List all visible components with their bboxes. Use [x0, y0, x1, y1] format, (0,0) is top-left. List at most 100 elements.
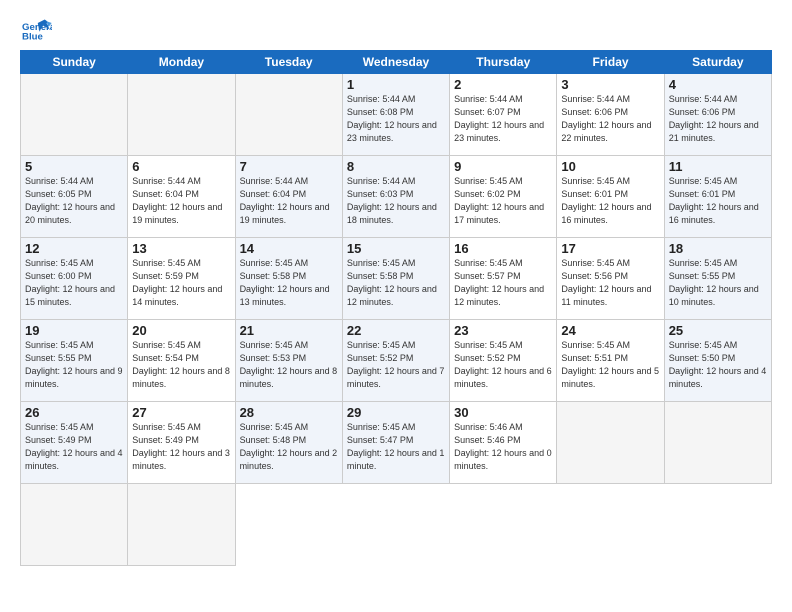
- calendar-day: 25Sunrise: 5:45 AM Sunset: 5:50 PM Dayli…: [664, 320, 771, 402]
- calendar-day: 13Sunrise: 5:45 AM Sunset: 5:59 PM Dayli…: [128, 238, 235, 320]
- day-info: Sunrise: 5:45 AM Sunset: 6:02 PM Dayligh…: [454, 175, 552, 227]
- calendar-day: 27Sunrise: 5:45 AM Sunset: 5:49 PM Dayli…: [128, 402, 235, 484]
- day-number: 13: [132, 241, 230, 256]
- logo-icon: General Blue: [20, 16, 52, 44]
- calendar-day: 28Sunrise: 5:45 AM Sunset: 5:48 PM Dayli…: [235, 402, 342, 484]
- day-info: Sunrise: 5:45 AM Sunset: 5:49 PM Dayligh…: [25, 421, 123, 473]
- calendar-day: 11Sunrise: 5:45 AM Sunset: 6:01 PM Dayli…: [664, 156, 771, 238]
- day-info: Sunrise: 5:45 AM Sunset: 5:58 PM Dayligh…: [240, 257, 338, 309]
- day-number: 1: [347, 77, 445, 92]
- day-info: Sunrise: 5:44 AM Sunset: 6:07 PM Dayligh…: [454, 93, 552, 145]
- calendar-day: [664, 402, 771, 484]
- calendar-day: 8Sunrise: 5:44 AM Sunset: 6:03 PM Daylig…: [342, 156, 449, 238]
- calendar-table: SundayMondayTuesdayWednesdayThursdayFrid…: [20, 50, 772, 566]
- day-number: 20: [132, 323, 230, 338]
- calendar-day: 15Sunrise: 5:45 AM Sunset: 5:58 PM Dayli…: [342, 238, 449, 320]
- day-info: Sunrise: 5:44 AM Sunset: 6:08 PM Dayligh…: [347, 93, 445, 145]
- day-info: Sunrise: 5:45 AM Sunset: 5:56 PM Dayligh…: [561, 257, 659, 309]
- calendar-day: 5Sunrise: 5:44 AM Sunset: 6:05 PM Daylig…: [21, 156, 128, 238]
- day-info: Sunrise: 5:45 AM Sunset: 6:01 PM Dayligh…: [669, 175, 767, 227]
- day-number: 23: [454, 323, 552, 338]
- calendar-day: [21, 484, 128, 566]
- day-info: Sunrise: 5:45 AM Sunset: 5:47 PM Dayligh…: [347, 421, 445, 473]
- calendar-day: 30Sunrise: 5:46 AM Sunset: 5:46 PM Dayli…: [450, 402, 557, 484]
- day-number: 30: [454, 405, 552, 420]
- page: General Blue SundayMondayTuesdayWednesda…: [0, 0, 792, 612]
- calendar-day: 26Sunrise: 5:45 AM Sunset: 5:49 PM Dayli…: [21, 402, 128, 484]
- calendar-day: 18Sunrise: 5:45 AM Sunset: 5:55 PM Dayli…: [664, 238, 771, 320]
- day-number: 26: [25, 405, 123, 420]
- day-info: Sunrise: 5:45 AM Sunset: 5:57 PM Dayligh…: [454, 257, 552, 309]
- day-number: 17: [561, 241, 659, 256]
- weekday-header-friday: Friday: [557, 51, 664, 74]
- calendar-day: 17Sunrise: 5:45 AM Sunset: 5:56 PM Dayli…: [557, 238, 664, 320]
- day-number: 4: [669, 77, 767, 92]
- weekday-header-thursday: Thursday: [450, 51, 557, 74]
- weekday-header-sunday: Sunday: [21, 51, 128, 74]
- day-info: Sunrise: 5:46 AM Sunset: 5:46 PM Dayligh…: [454, 421, 552, 473]
- calendar-day: [557, 402, 664, 484]
- day-info: Sunrise: 5:45 AM Sunset: 5:58 PM Dayligh…: [347, 257, 445, 309]
- day-info: Sunrise: 5:45 AM Sunset: 5:59 PM Dayligh…: [132, 257, 230, 309]
- day-info: Sunrise: 5:45 AM Sunset: 6:00 PM Dayligh…: [25, 257, 123, 309]
- day-info: Sunrise: 5:44 AM Sunset: 6:05 PM Dayligh…: [25, 175, 123, 227]
- calendar-day: 14Sunrise: 5:45 AM Sunset: 5:58 PM Dayli…: [235, 238, 342, 320]
- calendar-day: [128, 484, 235, 566]
- header: General Blue: [20, 16, 772, 44]
- day-number: 2: [454, 77, 552, 92]
- day-info: Sunrise: 5:45 AM Sunset: 5:48 PM Dayligh…: [240, 421, 338, 473]
- day-number: 16: [454, 241, 552, 256]
- calendar-day: 22Sunrise: 5:45 AM Sunset: 5:52 PM Dayli…: [342, 320, 449, 402]
- weekday-header-monday: Monday: [128, 51, 235, 74]
- calendar-day: 10Sunrise: 5:45 AM Sunset: 6:01 PM Dayli…: [557, 156, 664, 238]
- day-info: Sunrise: 5:45 AM Sunset: 5:52 PM Dayligh…: [347, 339, 445, 391]
- logo: General Blue: [20, 16, 52, 44]
- day-number: 8: [347, 159, 445, 174]
- weekday-header-saturday: Saturday: [664, 51, 771, 74]
- calendar-week-row: [21, 484, 772, 566]
- day-number: 3: [561, 77, 659, 92]
- calendar-day: 1Sunrise: 5:44 AM Sunset: 6:08 PM Daylig…: [342, 74, 449, 156]
- day-info: Sunrise: 5:45 AM Sunset: 5:55 PM Dayligh…: [25, 339, 123, 391]
- day-number: 28: [240, 405, 338, 420]
- svg-text:Blue: Blue: [22, 32, 43, 43]
- day-number: 19: [25, 323, 123, 338]
- day-info: Sunrise: 5:45 AM Sunset: 6:01 PM Dayligh…: [561, 175, 659, 227]
- day-info: Sunrise: 5:45 AM Sunset: 5:51 PM Dayligh…: [561, 339, 659, 391]
- calendar-day: 4Sunrise: 5:44 AM Sunset: 6:06 PM Daylig…: [664, 74, 771, 156]
- day-info: Sunrise: 5:45 AM Sunset: 5:55 PM Dayligh…: [669, 257, 767, 309]
- calendar-week-row: 26Sunrise: 5:45 AM Sunset: 5:49 PM Dayli…: [21, 402, 772, 484]
- calendar-day: 19Sunrise: 5:45 AM Sunset: 5:55 PM Dayli…: [21, 320, 128, 402]
- day-info: Sunrise: 5:45 AM Sunset: 5:50 PM Dayligh…: [669, 339, 767, 391]
- calendar-week-row: 19Sunrise: 5:45 AM Sunset: 5:55 PM Dayli…: [21, 320, 772, 402]
- calendar-day: 6Sunrise: 5:44 AM Sunset: 6:04 PM Daylig…: [128, 156, 235, 238]
- day-number: 24: [561, 323, 659, 338]
- calendar-week-row: 5Sunrise: 5:44 AM Sunset: 6:05 PM Daylig…: [21, 156, 772, 238]
- day-info: Sunrise: 5:45 AM Sunset: 5:54 PM Dayligh…: [132, 339, 230, 391]
- calendar-day: 2Sunrise: 5:44 AM Sunset: 6:07 PM Daylig…: [450, 74, 557, 156]
- day-number: 25: [669, 323, 767, 338]
- day-info: Sunrise: 5:45 AM Sunset: 5:53 PM Dayligh…: [240, 339, 338, 391]
- day-number: 29: [347, 405, 445, 420]
- day-number: 18: [669, 241, 767, 256]
- day-info: Sunrise: 5:44 AM Sunset: 6:06 PM Dayligh…: [669, 93, 767, 145]
- day-info: Sunrise: 5:44 AM Sunset: 6:06 PM Dayligh…: [561, 93, 659, 145]
- day-info: Sunrise: 5:45 AM Sunset: 5:49 PM Dayligh…: [132, 421, 230, 473]
- day-info: Sunrise: 5:44 AM Sunset: 6:04 PM Dayligh…: [240, 175, 338, 227]
- day-number: 10: [561, 159, 659, 174]
- day-number: 7: [240, 159, 338, 174]
- calendar-day: 20Sunrise: 5:45 AM Sunset: 5:54 PM Dayli…: [128, 320, 235, 402]
- calendar-day: 16Sunrise: 5:45 AM Sunset: 5:57 PM Dayli…: [450, 238, 557, 320]
- day-number: 9: [454, 159, 552, 174]
- weekday-header-wednesday: Wednesday: [342, 51, 449, 74]
- calendar-day: [21, 74, 128, 156]
- calendar-day: [235, 74, 342, 156]
- day-number: 12: [25, 241, 123, 256]
- day-info: Sunrise: 5:45 AM Sunset: 5:52 PM Dayligh…: [454, 339, 552, 391]
- weekday-header-tuesday: Tuesday: [235, 51, 342, 74]
- day-number: 21: [240, 323, 338, 338]
- weekday-header-row: SundayMondayTuesdayWednesdayThursdayFrid…: [21, 51, 772, 74]
- calendar-day: 3Sunrise: 5:44 AM Sunset: 6:06 PM Daylig…: [557, 74, 664, 156]
- calendar-day: 12Sunrise: 5:45 AM Sunset: 6:00 PM Dayli…: [21, 238, 128, 320]
- calendar-week-row: 1Sunrise: 5:44 AM Sunset: 6:08 PM Daylig…: [21, 74, 772, 156]
